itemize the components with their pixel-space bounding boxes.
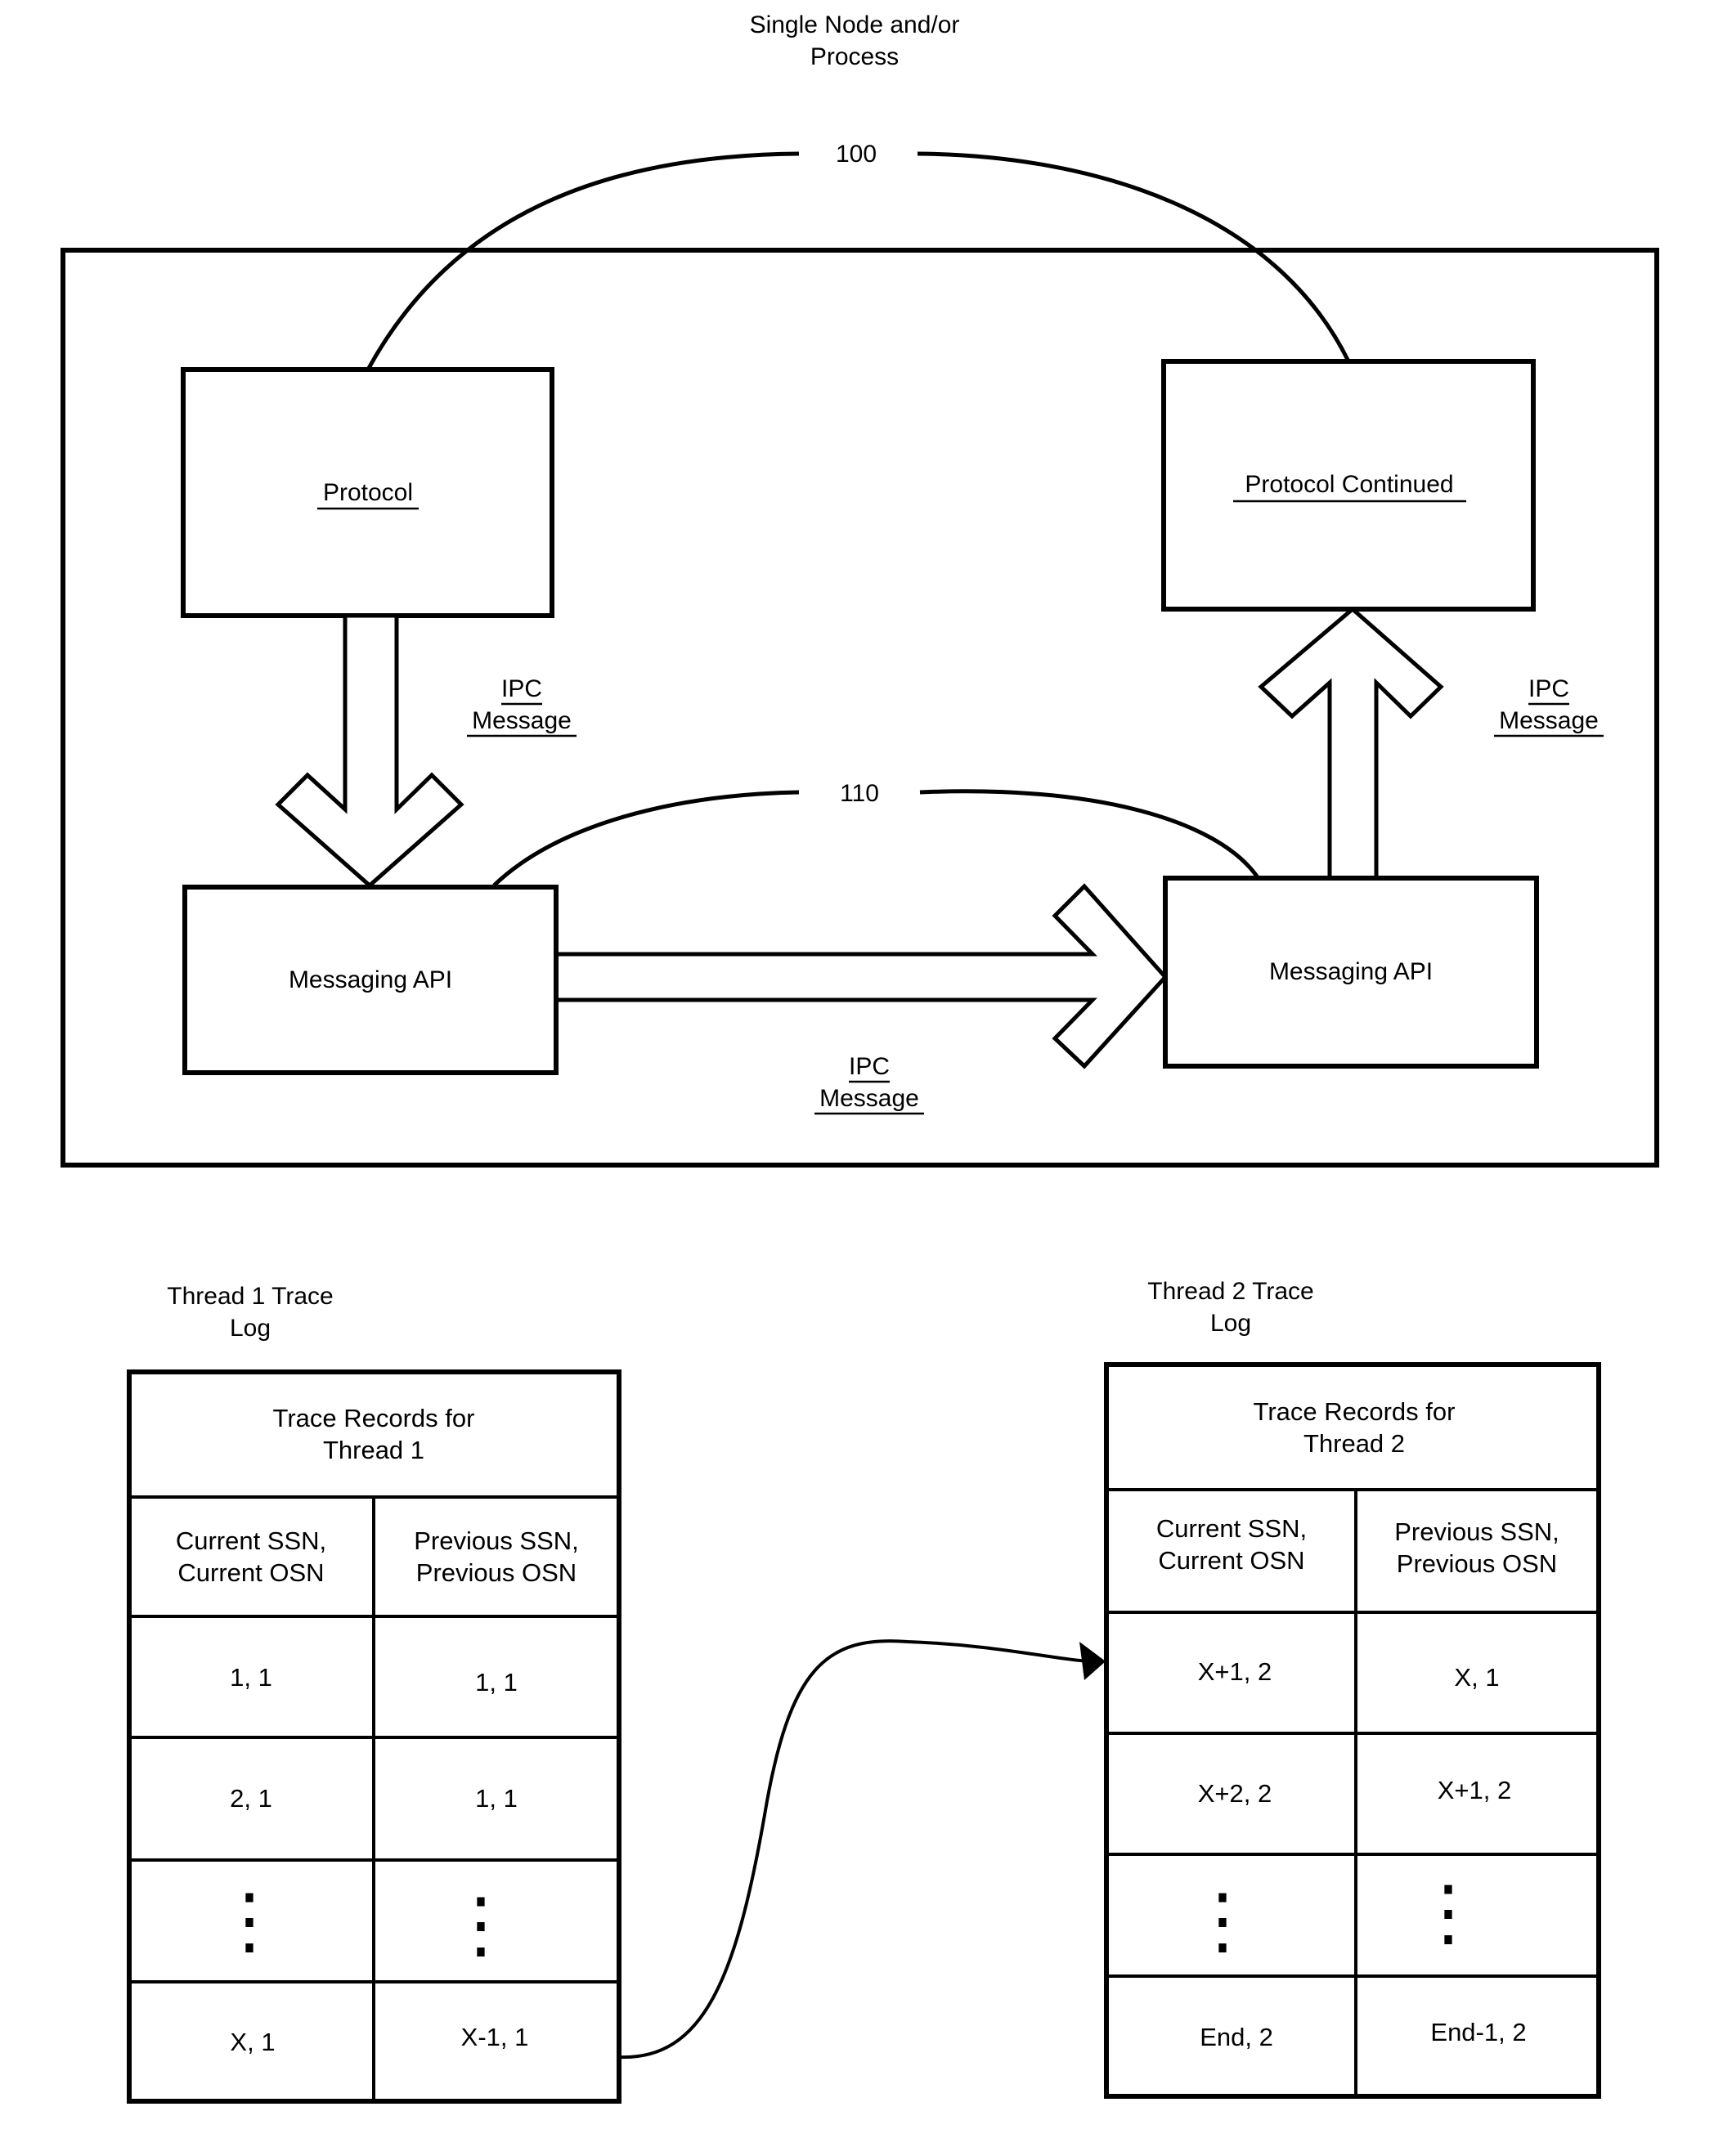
table-cell: X+1, 2	[1438, 1776, 1512, 1804]
messaging-api-right-box: Messaging API	[1163, 876, 1539, 1069]
protocol-continued-label: Protocol Continued	[1245, 471, 1453, 498]
thread2-title-line-1: Thread 2 Trace	[1147, 1278, 1313, 1305]
table-cell: 1, 1	[475, 1668, 518, 1697]
thread1-col-previous-line-1: Previous SSN,	[414, 1526, 579, 1555]
thread2-trace-table: Trace Records for Thread 2 Current SSN, …	[1104, 1362, 1601, 2099]
ipc-down-arrow	[275, 613, 464, 889]
table-cell: 1, 1	[475, 1784, 518, 1813]
ipc-up-arrow	[1258, 606, 1444, 881]
diagram-title-line-2: Process	[810, 43, 899, 70]
thread1-col-current-line-1: Current SSN,	[176, 1526, 326, 1555]
thread1-col-current-line-2: Current OSN	[177, 1558, 324, 1587]
messaging-api-left-box: Messaging API	[182, 885, 559, 1075]
thread1-title-line-2: Log	[230, 1315, 271, 1342]
messaging-api-right-label: Messaging API	[1269, 958, 1433, 985]
ellipsis-cell: ⋮	[213, 1880, 286, 1962]
thread2-header-line-2: Thread 2	[1303, 1429, 1405, 1458]
thread2-col-current-line-1: Current SSN,	[1156, 1514, 1307, 1543]
thread2-title-line-2: Log	[1210, 1310, 1251, 1337]
trace-link-curve	[618, 1639, 1093, 2060]
table-cell: X, 1	[1454, 1663, 1499, 1692]
svg-text:IPC: IPC	[849, 1053, 890, 1080]
thread2-col-previous-line-2: Previous OSN	[1397, 1549, 1557, 1578]
thread1-header-line-2: Thread 1	[323, 1436, 424, 1464]
trace-link-arrowhead	[1079, 1642, 1106, 1680]
table-cell: 2, 1	[230, 1784, 272, 1813]
ipc-label-up: IPC Message	[1494, 675, 1604, 737]
diagram-title-line-1: Single Node and/or	[750, 11, 960, 38]
ipc-horizontal-arrow	[554, 883, 1169, 1069]
table-cell: X-1, 1	[461, 2023, 529, 2051]
thread1-header-line-1: Trace Records for	[273, 1404, 475, 1432]
table-cell: X+2, 2	[1198, 1779, 1272, 1808]
thread2-col-previous-line-1: Previous SSN,	[1394, 1517, 1559, 1546]
protocol-label: Protocol	[323, 479, 413, 506]
ref-label-100: 100	[836, 141, 877, 168]
protocol-continued-box: Protocol Continued	[1161, 359, 1536, 612]
messaging-api-left-label: Messaging API	[289, 966, 452, 993]
ipc-label-horizontal: IPC Message	[814, 1053, 924, 1115]
outer-arc-right	[917, 151, 1351, 363]
svg-text:Message: Message	[472, 707, 572, 734]
table-cell: End-1, 2	[1430, 2018, 1526, 2046]
inner-arc-right	[919, 789, 1262, 881]
protocol-box: Protocol	[181, 367, 554, 618]
table-cell: X+1, 2	[1198, 1657, 1272, 1686]
ipc-label-down: IPC Message	[467, 675, 577, 737]
thread1-title-line-1: Thread 1 Trace	[167, 1283, 333, 1310]
ellipsis-cell: ⋮	[444, 1885, 518, 1966]
ellipsis-cell: ⋮	[1411, 1872, 1485, 1954]
ref-label-110: 110	[840, 780, 879, 807]
svg-text:Message: Message	[819, 1085, 919, 1112]
thread1-col-previous-line-2: Previous OSN	[416, 1558, 577, 1587]
outer-arc-left	[366, 151, 800, 371]
thread2-col-current-line-2: Current OSN	[1158, 1546, 1304, 1575]
thread2-header-line-1: Trace Records for	[1254, 1397, 1456, 1426]
thread1-trace-table: Trace Records for Thread 1 Current SSN, …	[127, 1369, 621, 2104]
svg-text:IPC: IPC	[1528, 675, 1569, 702]
diagram-canvas: Single Node and/or Process 100 Protocol …	[61, 11, 1659, 2104]
table-cell: 1, 1	[230, 1663, 272, 1692]
inner-arc-left	[492, 790, 800, 887]
svg-text:Message: Message	[1499, 707, 1599, 734]
svg-text:IPC: IPC	[501, 675, 542, 702]
table-cell: End, 2	[1200, 2023, 1273, 2051]
ellipsis-cell: ⋮	[1186, 1880, 1259, 1962]
table-cell: X, 1	[230, 2028, 275, 2056]
